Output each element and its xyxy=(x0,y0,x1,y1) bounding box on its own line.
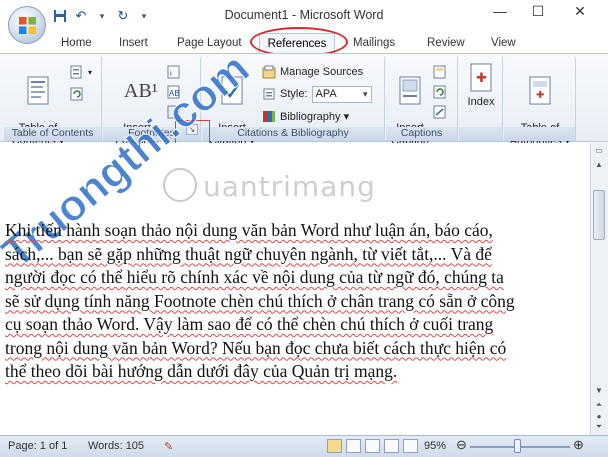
show-notes-icon xyxy=(167,105,181,119)
tab-mailings[interactable]: Mailings xyxy=(353,34,395,52)
scroll-up-icon[interactable]: ▲ xyxy=(592,160,606,172)
style-label: Style: xyxy=(280,88,308,100)
update-table-button[interactable] xyxy=(70,85,84,103)
insert-endnote-button[interactable]: i xyxy=(167,63,181,81)
insert-endnote-icon: i xyxy=(167,65,181,79)
scroll-down-icon[interactable]: ▼ xyxy=(592,386,606,398)
group-label xyxy=(504,127,575,141)
group-label xyxy=(459,127,502,141)
group-table-of-authorities: ✚ Table of Authorities ▾ xyxy=(504,57,576,147)
add-text-icon xyxy=(70,65,84,79)
office-logo-icon xyxy=(18,16,37,35)
tab-review[interactable]: Review xyxy=(427,34,465,52)
insert-citation-icon xyxy=(221,76,243,105)
insert-caption-icon xyxy=(399,76,421,105)
svg-text:✚: ✚ xyxy=(536,90,544,101)
window-title: Document1 - Microsoft Word xyxy=(224,8,384,22)
word-count[interactable]: Words: 105 xyxy=(88,440,144,452)
text-line: trong nội dung văn bản Word? Nếu bạn đọc… xyxy=(5,337,507,358)
minimize-button[interactable]: — xyxy=(487,3,513,27)
office-button[interactable] xyxy=(8,6,46,44)
index-button[interactable]: ✚ Index xyxy=(461,63,501,109)
table-of-figures-icon xyxy=(433,65,447,79)
table-of-contents-icon xyxy=(27,76,49,105)
zoom-slider-handle[interactable] xyxy=(514,439,521,453)
text-line: người đọc có thể hiểu rõ chính xác về nộ… xyxy=(5,267,504,287)
update-table-of-figures-button[interactable] xyxy=(433,83,447,101)
text-line: cụ soạn thảo Word. Vậy làm sao để có thể… xyxy=(5,314,494,334)
text-line: thể theo dõi bài hướng dẫn dưới đây của … xyxy=(5,361,398,381)
bibliography-button[interactable]: Bibliography ▾ xyxy=(262,107,349,125)
ribbon: Table of Contents ▾ ▾ Table of Contents … xyxy=(0,53,608,147)
zoom-out-icon[interactable]: ⊖ xyxy=(456,437,467,453)
group-table-of-contents: Table of Contents ▾ ▾ Table of Contents xyxy=(4,57,102,147)
svg-text:i: i xyxy=(170,69,172,78)
manage-sources-button[interactable]: Manage Sources xyxy=(262,63,363,81)
tab-home[interactable]: Home xyxy=(61,34,92,52)
insert-footnote-icon: AB¹ xyxy=(124,80,158,102)
tab-insert[interactable]: Insert xyxy=(119,34,148,52)
text-line: sách,... bạn sẽ gặp những thuật ngữ chuy… xyxy=(5,243,492,264)
svg-text:✚: ✚ xyxy=(476,70,487,85)
update-table-icon xyxy=(70,87,84,101)
tab-view[interactable]: View xyxy=(491,34,516,52)
proofing-icon[interactable]: ✎ xyxy=(164,440,173,453)
view-ruler-icon[interactable]: ▭ xyxy=(592,146,606,158)
document-body[interactable]: Khi tiến hành soạn thảo nội dung văn bản… xyxy=(5,219,593,384)
next-footnote-button[interactable]: AB xyxy=(167,83,181,101)
status-bar: Page: 1 of 1 Words: 105 ✎ 95% ⊖ ⊕ xyxy=(0,435,608,457)
update-figures-icon xyxy=(433,85,447,99)
web-layout-icon[interactable] xyxy=(365,439,380,453)
style-row: Style: APA xyxy=(262,85,372,103)
insert-table-of-figures-button[interactable] xyxy=(433,63,447,81)
cross-reference-button[interactable] xyxy=(433,103,447,121)
show-notes-button[interactable] xyxy=(167,103,181,121)
bibliography-icon xyxy=(262,109,276,123)
next-page-icon[interactable]: ⏷ xyxy=(592,422,606,434)
chevron-down-icon: ▾ xyxy=(88,67,93,77)
group-label: Table of Contents xyxy=(4,127,101,141)
print-layout-icon[interactable] xyxy=(327,439,342,453)
add-text-button[interactable]: ▾ xyxy=(70,63,92,81)
next-footnote-icon: AB xyxy=(167,85,181,99)
zoom-in-icon[interactable]: ⊕ xyxy=(573,437,584,453)
text-line: Khi tiến hành soạn thảo nội dung văn bản… xyxy=(5,220,493,240)
page-count[interactable]: Page: 1 of 1 xyxy=(8,440,67,452)
maximize-button[interactable]: ☐ xyxy=(525,3,551,27)
style-select[interactable]: APA xyxy=(311,85,372,103)
tab-page-layout[interactable]: Page Layout xyxy=(177,34,242,52)
watermark-text: uantrimang xyxy=(203,170,376,203)
scroll-thumb[interactable] xyxy=(593,190,605,240)
zoom-level[interactable]: 95% xyxy=(424,440,446,452)
svg-text:AB: AB xyxy=(169,89,180,98)
full-screen-reading-icon[interactable] xyxy=(346,439,361,453)
close-button[interactable]: ✕ xyxy=(567,3,593,27)
previous-page-icon[interactable]: ⏶ xyxy=(592,400,606,412)
group-index: ✚ Index xyxy=(459,57,503,141)
watermark-logo-icon xyxy=(163,168,197,202)
mark-citation-icon: ✚ xyxy=(529,76,551,105)
group-label: Captions xyxy=(386,127,457,141)
text-line: sẽ sử dụng tính năng Footnote chèn chú t… xyxy=(5,290,515,311)
style-icon xyxy=(262,87,276,101)
group-label: Citations & Bibliography xyxy=(202,127,384,141)
cross-reference-icon xyxy=(433,105,447,119)
draft-icon[interactable] xyxy=(403,439,418,453)
group-citations-bibliography: Insert Citation ▾ Manage Sources Style:A… xyxy=(202,57,385,147)
manage-sources-icon xyxy=(262,65,276,79)
group-captions: Insert Caption Captions xyxy=(386,57,458,147)
mark-entry-icon: ✚ xyxy=(470,63,492,92)
outline-icon[interactable] xyxy=(384,439,399,453)
